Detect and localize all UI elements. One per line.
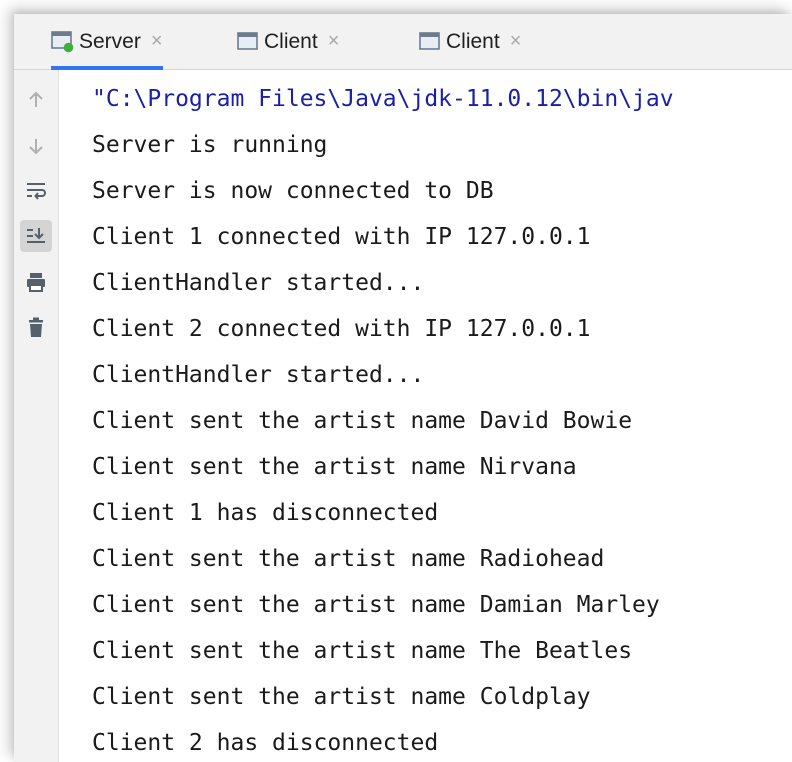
print-icon[interactable] <box>20 266 52 298</box>
console-running-icon <box>51 30 74 53</box>
console-line: Client 2 has disconnected <box>92 730 439 756</box>
console-line: Client sent the artist name The Beatles <box>92 638 633 664</box>
console-line: Client 2 connected with IP 127.0.0.1 <box>92 316 591 342</box>
arrow-down-icon[interactable] <box>20 130 52 162</box>
run-tool-window: Server × Client × Client × "C:\Program F… <box>14 14 792 762</box>
close-icon[interactable]: × <box>151 30 163 53</box>
console-line: Client sent the artist name Damian Marle… <box>92 592 660 618</box>
tab-server[interactable]: Server × <box>51 14 163 70</box>
tab-client-2[interactable]: Client × <box>418 14 521 69</box>
console-line: Client 1 has disconnected <box>92 500 439 526</box>
console-toolbar <box>14 70 59 762</box>
tab-bar: Server × Client × Client × <box>14 14 792 70</box>
tab-client-1[interactable]: Client × <box>236 14 339 69</box>
console-icon <box>418 30 441 53</box>
console-icon <box>236 30 259 53</box>
console-line: Client sent the artist name Radiohead <box>92 546 605 572</box>
close-icon[interactable]: × <box>510 30 522 53</box>
console-line: Client 1 connected with IP 127.0.0.1 <box>92 224 591 250</box>
console-line: Server is running <box>92 132 328 158</box>
scroll-to-end-icon[interactable] <box>20 220 52 252</box>
console-line: ClientHandler started... <box>92 362 425 388</box>
arrow-up-icon[interactable] <box>20 84 52 116</box>
console-line: Client sent the artist name David Bowie <box>92 408 633 434</box>
console-line: ClientHandler started... <box>92 270 425 296</box>
tab-label: Client <box>446 29 500 53</box>
tab-label: Client <box>264 29 318 53</box>
console-line: Client sent the artist name Coldplay <box>92 684 591 710</box>
console-line: Client sent the artist name Nirvana <box>92 454 577 480</box>
close-icon[interactable]: × <box>328 30 340 53</box>
trash-icon[interactable] <box>20 311 52 343</box>
console-command-line: "C:\Program Files\Java\jdk-11.0.12\bin\j… <box>92 86 674 112</box>
soft-wrap-icon[interactable] <box>20 175 52 207</box>
console-output[interactable]: "C:\Program Files\Java\jdk-11.0.12\bin\j… <box>92 76 674 762</box>
tab-label: Server <box>79 29 141 53</box>
console-line: Server is now connected to DB <box>92 178 494 204</box>
